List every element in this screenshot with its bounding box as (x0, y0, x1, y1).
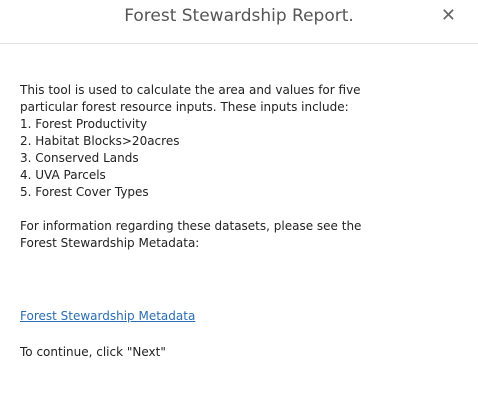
input-list: 1. Forest Productivity 2. Habitat Blocks… (20, 116, 465, 201)
intro-text-line-1: This tool is used to calculate the area … (20, 83, 361, 97)
input-list-item: 1. Forest Productivity (20, 117, 148, 131)
input-list-item: 4. UVA Parcels (20, 168, 106, 182)
dialog-body: This tool is used to calculate the area … (20, 82, 465, 361)
dialog-title: Forest Stewardship Report. (124, 6, 354, 26)
metadata-info-line-1: For information regarding these datasets… (20, 219, 362, 233)
input-list-item: 2. Habitat Blocks>20acres (20, 134, 180, 148)
metadata-info-line-2: Forest Stewardship Metadata: (20, 236, 200, 250)
input-list-item: 5. Forest Cover Types (20, 185, 149, 199)
intro-text-line-2: particular forest resource inputs. These… (20, 100, 349, 114)
input-list-item: 3. Conserved Lands (20, 151, 139, 165)
close-icon[interactable]: ✕ (441, 5, 456, 27)
dialog-header: Forest Stewardship Report. ✕ (0, 0, 478, 44)
metadata-link[interactable]: Forest Stewardship Metadata (20, 308, 195, 325)
continue-instruction: To continue, click "Next" (20, 345, 166, 359)
forest-stewardship-dialog: Forest Stewardship Report. ✕ This tool i… (0, 0, 478, 410)
